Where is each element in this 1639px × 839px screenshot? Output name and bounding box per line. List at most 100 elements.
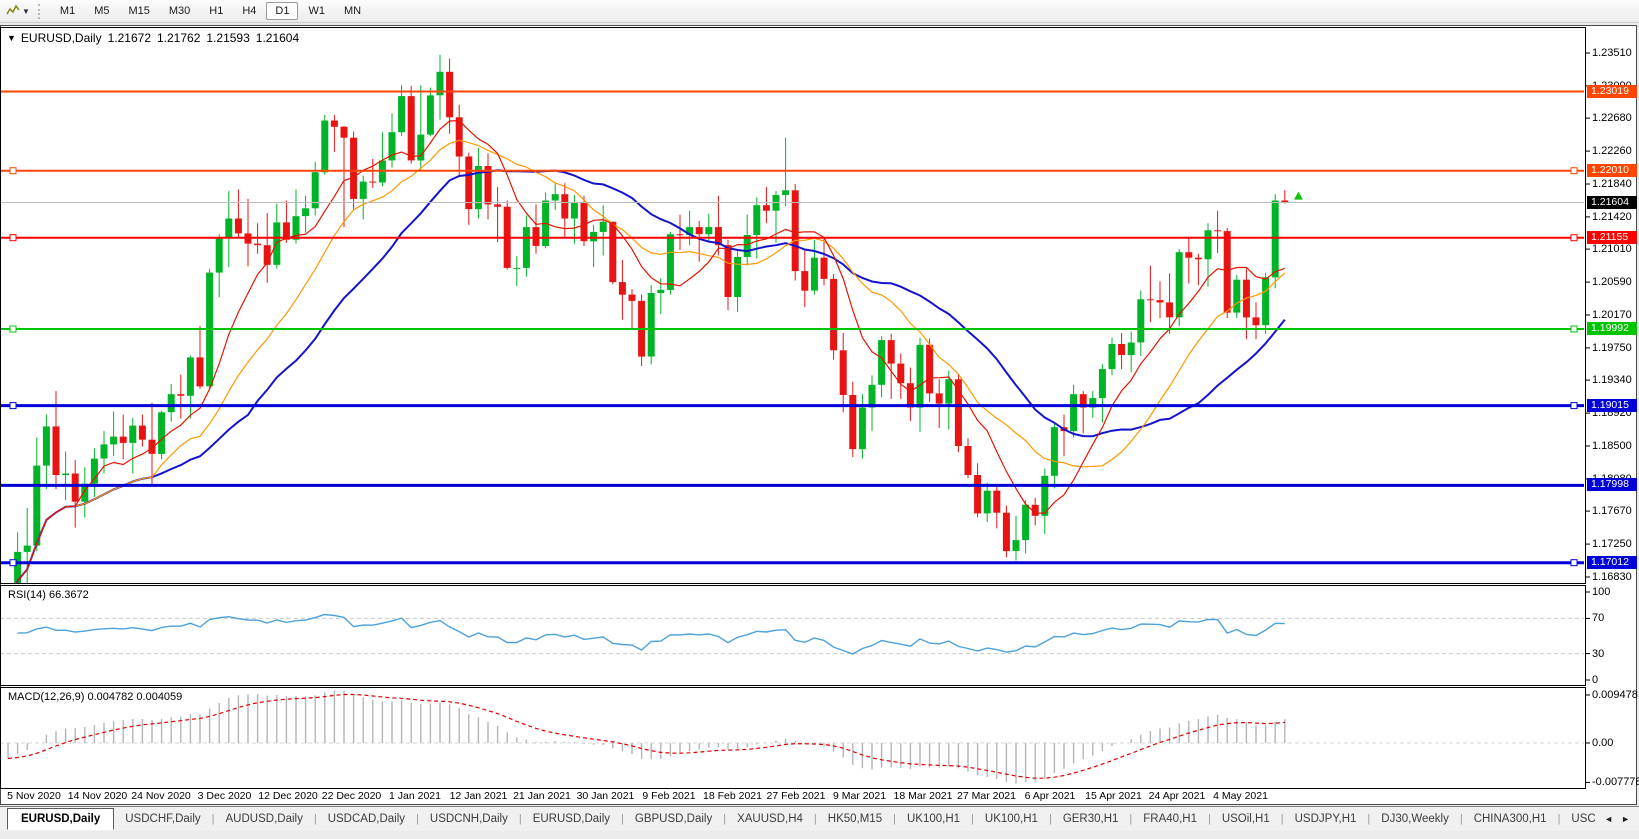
price-tick-label: 1.19340: [1592, 374, 1632, 386]
date-label: 1 Jan 2021: [389, 790, 441, 802]
price-tick-label: 1.21840: [1592, 178, 1632, 190]
level-price-tag: 1.22010: [1587, 164, 1637, 177]
tab-scroll-right-icon[interactable]: ►: [1621, 814, 1630, 824]
price-tick-label: 1.23510: [1592, 47, 1632, 59]
rsi-tick-label: 30: [1592, 648, 1604, 660]
rsi-tick-label: 70: [1592, 612, 1604, 624]
price-tick-label: 1.19750: [1592, 342, 1632, 354]
rsi-indicator-label: RSI(14) 66.3672: [8, 589, 89, 601]
level-price-tag: 1.19015: [1587, 399, 1637, 412]
chart-tab-xauusd-7[interactable]: XAUUSD,H4: [726, 809, 814, 829]
date-label: 12 Dec 2020: [258, 790, 318, 802]
ohlc-high: 1.21762: [157, 31, 200, 45]
date-label: 14 Nov 2020: [68, 790, 128, 802]
chart-title: ▼ EURUSD,Daily 1.21672 1.21762 1.21593 1.2160…: [7, 31, 299, 45]
rsi-tick-label: 0: [1592, 674, 1598, 686]
timeframe-button-m1[interactable]: M1: [51, 2, 84, 20]
level-price-tag: 1.17012: [1587, 556, 1637, 569]
symbol-timeframe-label: EURUSD,Daily: [21, 31, 102, 45]
level-price-tag: 1.17998: [1587, 478, 1637, 491]
timeframe-button-h1[interactable]: H1: [200, 2, 232, 20]
chart-tab-usdcnh-4[interactable]: USDCNH,Daily: [419, 809, 519, 829]
moving-average-line[interactable]: [8, 170, 1285, 610]
chart-tab-dj30-15[interactable]: DJ30,Weekly: [1370, 809, 1460, 829]
level-line-handle[interactable]: [1571, 326, 1577, 332]
macd-tick-label: -0.007778: [1592, 776, 1639, 788]
toolbar-grip[interactable]: [38, 4, 44, 19]
tab-scroll-arrows: ◄ ►: [1595, 814, 1639, 824]
date-label: 4 May 2021: [1213, 790, 1268, 802]
rsi-pane-plot[interactable]: [0, 615, 1585, 655]
chart-tool-glyph: [6, 4, 20, 18]
window-menu-icon[interactable]: ▼: [7, 33, 16, 43]
date-label: 27 Feb 2021: [767, 790, 826, 802]
price-tick-label: 1.17250: [1592, 538, 1632, 550]
date-label: 24 Nov 2020: [131, 790, 191, 802]
price-tick-label: 1.22680: [1592, 112, 1632, 124]
chart-tab-usc-17[interactable]: USC: [1560, 809, 1595, 829]
chart-tab-usdchf-1[interactable]: USDCHF,Daily: [114, 809, 211, 829]
date-label: 5 Nov 2020: [7, 790, 61, 802]
timeframe-button-m15[interactable]: M15: [119, 2, 158, 20]
chart-tab-bar: EURUSD,DailyUSDCHF,Daily|AUDUSD,Daily|US…: [0, 806, 1639, 831]
level-price-tag: 1.21155: [1587, 231, 1637, 244]
chart-canvas[interactable]: [0, 27, 1639, 790]
timeframe-button-m30[interactable]: M30: [160, 2, 199, 20]
timeframe-button-h4[interactable]: H4: [233, 2, 265, 20]
chart-tab-china300-16[interactable]: CHINA300,H1: [1463, 809, 1558, 829]
tab-scroll-left-icon[interactable]: ◄: [1604, 814, 1613, 824]
chart-tab-uk100-9[interactable]: UK100,H1: [896, 809, 971, 829]
date-label: 30 Jan 2021: [577, 790, 635, 802]
chart-tab-usdcad-3[interactable]: USDCAD,Daily: [317, 809, 416, 829]
macd-tick-label: 0.00: [1592, 737, 1613, 749]
chart-tab-hk50-8[interactable]: HK50,M15: [817, 809, 893, 829]
timeframe-button-w1[interactable]: W1: [299, 2, 334, 20]
chart-tab-gbpusd-6[interactable]: GBPUSD,Daily: [624, 809, 723, 829]
chart-tab-usoil-13[interactable]: USOil,H1: [1211, 809, 1281, 829]
current-price-tag: 1.21604: [1587, 196, 1637, 209]
date-label: 15 Apr 2021: [1085, 790, 1142, 802]
macd-tick-label: 0.009478: [1592, 689, 1638, 701]
dropdown-caret-icon[interactable]: ▼: [21, 7, 34, 16]
date-label: 24 Apr 2021: [1149, 790, 1206, 802]
chart-tool-icon[interactable]: [5, 3, 21, 19]
chart-tab-usdjpy-14[interactable]: USDJPY,H1: [1284, 809, 1368, 829]
chart-tab-audusd-2[interactable]: AUDUSD,Daily: [215, 809, 314, 829]
date-label: 3 Dec 2020: [198, 790, 252, 802]
price-tick-label: 1.18500: [1592, 440, 1632, 452]
chart-tab-uk100-10[interactable]: UK100,H1: [974, 809, 1049, 829]
date-label: 18 Feb 2021: [703, 790, 762, 802]
chart-tab-eurusd-5[interactable]: EURUSD,Daily: [522, 809, 621, 829]
date-label: 9 Mar 2021: [833, 790, 886, 802]
date-label: 27 Mar 2021: [957, 790, 1016, 802]
top-toolbar: ▼ M1M5M15M30H1H4D1W1MN: [0, 0, 1639, 23]
chart-tab-eurusd-0[interactable]: EURUSD,Daily: [7, 808, 114, 830]
date-label: 6 Apr 2021: [1025, 790, 1076, 802]
timeframe-button-m5[interactable]: M5: [85, 2, 118, 20]
level-line-handle[interactable]: [10, 326, 16, 332]
chart-tab-fra40-12[interactable]: FRA40,H1: [1132, 809, 1208, 829]
ohlc-low: 1.21593: [206, 31, 249, 45]
chart-tab-ger30-11[interactable]: GER30,H1: [1052, 809, 1130, 829]
ohlc-open: 1.21672: [108, 31, 151, 45]
price-tick-label: 1.21420: [1592, 211, 1632, 223]
level-line-handle[interactable]: [1571, 235, 1577, 241]
price-tick-label: 1.17670: [1592, 505, 1632, 517]
date-label: 21 Jan 2021: [513, 790, 571, 802]
level-line-handle[interactable]: [1571, 560, 1577, 566]
ohlc-close: 1.21604: [256, 31, 299, 45]
timeframe-button-mn[interactable]: MN: [335, 2, 370, 20]
level-line-handle[interactable]: [1571, 403, 1577, 409]
level-price-tag: 1.23019: [1587, 85, 1637, 98]
rsi-tick-label: 100: [1592, 586, 1610, 598]
level-line-handle[interactable]: [10, 560, 16, 566]
timeframe-button-d1[interactable]: D1: [266, 2, 298, 20]
level-line-handle[interactable]: [10, 235, 16, 241]
price-tick-label: 1.21010: [1592, 243, 1632, 255]
main-chart-plot[interactable]: [0, 55, 1585, 641]
level-line-handle[interactable]: [1571, 168, 1577, 174]
level-line-handle[interactable]: [10, 403, 16, 409]
macd-pane-plot[interactable]: [0, 691, 1585, 784]
price-tick-label: 1.20590: [1592, 276, 1632, 288]
level-line-handle[interactable]: [10, 168, 16, 174]
